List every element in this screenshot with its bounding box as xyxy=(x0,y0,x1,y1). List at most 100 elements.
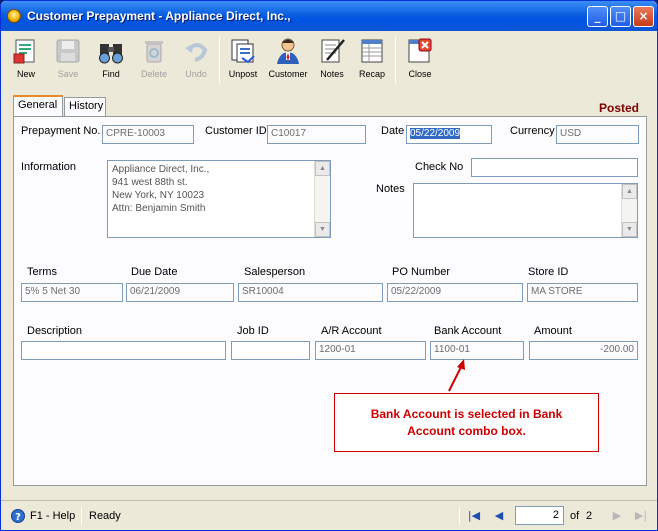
annotation-callout: Bank Account is selected in Bank Account… xyxy=(334,393,599,452)
window-title: Customer Prepayment - Appliance Direct, … xyxy=(27,9,291,23)
salesperson-label: Salesperson xyxy=(244,266,306,278)
first-record-icon[interactable]: |◀ xyxy=(466,509,482,523)
information-line: Attn: Benjamin Smith xyxy=(112,203,206,214)
close-window-icon xyxy=(405,36,435,66)
information-line: New York, NY 10023 xyxy=(112,190,205,201)
date-field[interactable]: 05/22/2009 xyxy=(406,125,492,144)
store-id-label: Store ID xyxy=(528,266,569,278)
information-scrollbar[interactable]: ▲ ▼ xyxy=(314,161,330,237)
statusbar-separator xyxy=(459,507,460,525)
new-button[interactable]: New xyxy=(7,34,45,86)
minimize-button[interactable]: _ xyxy=(587,6,608,27)
currency-field[interactable]: USD xyxy=(556,125,639,144)
store-id-field[interactable]: MA STORE xyxy=(527,283,638,302)
customer-person-icon xyxy=(273,36,303,66)
customer-button[interactable]: Customer xyxy=(265,34,311,86)
customer-prepayment-window: Customer Prepayment - Appliance Direct, … xyxy=(0,0,658,531)
toolbar: New Save Find Delete Undo Unpost Custome… xyxy=(5,32,653,88)
information-line: 941 west 88th st. xyxy=(112,177,188,188)
save-label: Save xyxy=(57,69,79,79)
maximize-button[interactable]: □ xyxy=(610,6,631,27)
unpost-button[interactable]: Unpost xyxy=(225,34,261,86)
amount-field[interactable]: -200.00 xyxy=(529,341,638,360)
due-date-field[interactable]: 06/21/2009 xyxy=(126,283,234,302)
scroll-up-icon[interactable]: ▲ xyxy=(622,184,637,199)
toolbar-separator xyxy=(395,36,396,84)
date-value: 05/22/2009 xyxy=(410,128,461,139)
information-line: Appliance Direct, Inc., xyxy=(112,164,210,175)
notes-label: Notes xyxy=(320,69,344,79)
check-no-field[interactable] xyxy=(471,158,638,177)
recap-button[interactable]: Recap xyxy=(355,34,389,86)
information-label: Information xyxy=(21,161,77,173)
description-label: Description xyxy=(27,325,83,337)
undo-button[interactable]: Undo xyxy=(177,34,215,86)
undo-arrow-icon xyxy=(181,36,211,66)
next-record-icon[interactable]: ▶ xyxy=(609,509,625,523)
status-text: Ready xyxy=(89,510,121,522)
ar-account-field[interactable]: 1200-01 xyxy=(315,341,426,360)
scroll-down-icon[interactable]: ▼ xyxy=(315,222,330,237)
unpost-icon xyxy=(228,36,258,66)
po-number-field[interactable]: 05/22/2009 xyxy=(387,283,523,302)
prepayment-no-label: Prepayment No. xyxy=(21,125,101,137)
close-window-button[interactable]: × xyxy=(633,6,654,27)
recap-label: Recap xyxy=(358,69,385,79)
description-field[interactable] xyxy=(21,341,226,360)
notepad-icon xyxy=(317,36,347,66)
ar-account-label: A/R Account xyxy=(321,325,382,337)
notes-button[interactable]: Notes xyxy=(315,34,349,86)
delete-button[interactable]: Delete xyxy=(135,34,173,86)
information-textarea[interactable]: Appliance Direct, Inc., 941 west 88th st… xyxy=(107,160,331,238)
close-label: Close xyxy=(408,69,432,79)
callout-line: Bank Account is selected in Bank xyxy=(370,407,563,421)
due-date-label: Due Date xyxy=(131,266,178,278)
terms-label: Terms xyxy=(27,266,57,278)
notes-textarea[interactable]: ▲ ▼ xyxy=(413,183,638,238)
statusbar-separator xyxy=(81,507,82,525)
salesperson-field[interactable]: SR10004 xyxy=(238,283,383,302)
tab-general[interactable]: General xyxy=(13,95,63,116)
page-number-input[interactable]: 2 xyxy=(515,506,564,525)
previous-record-icon[interactable]: ◀ xyxy=(491,509,507,523)
customer-id-field[interactable]: C10017 xyxy=(267,125,366,144)
new-doc-icon xyxy=(11,36,41,66)
notes-scrollbar[interactable]: ▲ ▼ xyxy=(621,184,637,237)
callout-arrow-icon xyxy=(448,359,465,392)
help-text: F1 - Help xyxy=(30,510,76,522)
job-id-field[interactable] xyxy=(231,341,310,360)
find-button[interactable]: Find xyxy=(91,34,131,86)
last-record-icon[interactable]: ▶| xyxy=(633,509,649,523)
customer-id-label: Customer ID xyxy=(205,125,267,137)
check-no-label: Check No xyxy=(415,161,464,173)
toolbar-separator xyxy=(219,36,220,84)
app-icon xyxy=(7,9,21,23)
prepayment-no-field[interactable]: CPRE-10003 xyxy=(102,125,194,144)
undo-label: Undo xyxy=(185,69,207,79)
title-bar[interactable]: Customer Prepayment - Appliance Direct, … xyxy=(1,1,657,31)
callout-line: Account combo box. xyxy=(407,424,526,438)
recap-sheet-icon xyxy=(357,36,387,66)
binoculars-icon xyxy=(96,36,126,66)
tab-history[interactable]: History xyxy=(64,97,106,116)
scroll-down-icon[interactable]: ▼ xyxy=(622,222,637,237)
scroll-up-icon[interactable]: ▲ xyxy=(315,161,330,176)
help-icon: ? xyxy=(11,509,25,526)
po-number-label: PO Number xyxy=(392,266,451,278)
job-id-label: Job ID xyxy=(237,325,269,337)
delete-label: Delete xyxy=(140,69,167,79)
amount-label: Amount xyxy=(534,325,572,337)
date-label: Date xyxy=(381,125,405,137)
currency-label: Currency xyxy=(510,125,555,137)
save-button[interactable]: Save xyxy=(49,34,87,86)
new-label: New xyxy=(16,69,35,79)
floppy-disk-icon xyxy=(53,36,83,66)
close-button[interactable]: Close xyxy=(403,34,437,86)
page-of-label: of xyxy=(570,510,580,522)
page-total: 2 xyxy=(586,510,593,522)
terms-field[interactable]: 5% 5 Net 30 xyxy=(21,283,123,302)
bank-account-label: Bank Account xyxy=(434,325,502,337)
unpost-label: Unpost xyxy=(228,69,258,79)
customer-label: Customer xyxy=(268,69,308,79)
svg-text:?: ? xyxy=(15,512,21,523)
